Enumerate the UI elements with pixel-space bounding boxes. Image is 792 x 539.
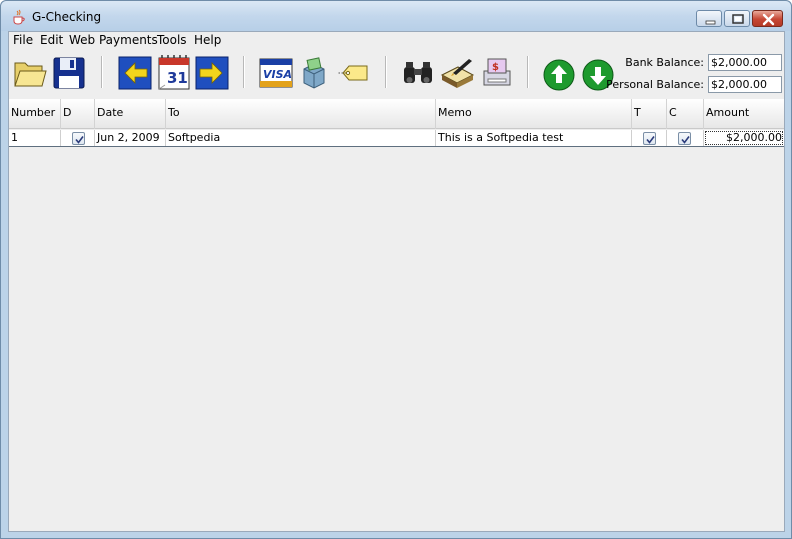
toolbar-separator xyxy=(385,56,387,88)
cell-to[interactable]: Softpedia xyxy=(166,130,436,146)
column-header-date[interactable]: Date xyxy=(95,99,166,129)
maximize-button[interactable] xyxy=(724,10,750,27)
open-folder-icon[interactable] xyxy=(12,53,48,91)
calendar-icon[interactable]: 31 xyxy=(156,53,192,91)
column-header-t[interactable]: T xyxy=(632,99,667,129)
cell-t[interactable] xyxy=(632,130,667,146)
java-cup-icon xyxy=(11,9,27,25)
menu-file[interactable]: File xyxy=(13,33,33,47)
svg-text:31: 31 xyxy=(167,69,188,87)
table-header: Number D Date To Memo T C Amount xyxy=(9,99,784,129)
printer-check-icon[interactable]: $ xyxy=(479,53,515,91)
visa-card-icon[interactable]: VISA xyxy=(258,53,294,91)
column-header-d[interactable]: D xyxy=(61,99,95,129)
cell-d[interactable] xyxy=(61,130,95,146)
bank-balance-label: Bank Balance: xyxy=(625,56,704,69)
next-arrow-icon[interactable] xyxy=(194,53,230,91)
svg-text:$: $ xyxy=(492,62,499,73)
close-button[interactable] xyxy=(752,10,783,27)
t-checkbox[interactable] xyxy=(643,132,656,145)
cell-amount[interactable]: $2,000.00 xyxy=(704,130,784,146)
previous-arrow-icon[interactable] xyxy=(117,53,153,91)
menu-tools[interactable]: Tools xyxy=(157,33,187,47)
tag-icon[interactable] xyxy=(335,53,371,91)
move-up-icon[interactable] xyxy=(541,53,577,91)
menu-web-payments[interactable]: Web Payments xyxy=(69,33,158,47)
cell-date[interactable]: Jun 2, 2009 xyxy=(95,130,166,146)
column-header-amount[interactable]: Amount xyxy=(704,99,784,129)
menu-help[interactable]: Help xyxy=(194,33,221,47)
minimize-button[interactable] xyxy=(696,10,722,27)
bank-balance-field[interactable]: $2,000.00 xyxy=(708,54,782,71)
cell-memo[interactable]: This is a Softpedia test xyxy=(436,130,632,146)
save-disk-icon[interactable] xyxy=(51,53,87,91)
transactions-table: Number D Date To Memo T C Amount 1 Jun 2… xyxy=(9,99,784,531)
column-header-memo[interactable]: Memo xyxy=(436,99,632,129)
toolbar-separator xyxy=(527,56,529,88)
binoculars-icon[interactable] xyxy=(400,53,436,91)
toolbar: 31 VISA $ Bank Balance: $2,000.00 Person… xyxy=(9,50,784,98)
column-header-number[interactable]: Number xyxy=(9,99,61,129)
title-bar[interactable]: G-Checking xyxy=(1,1,791,31)
notebook-pen-icon[interactable] xyxy=(439,53,475,91)
window-title: G-Checking xyxy=(32,10,102,24)
cell-number[interactable]: 1 xyxy=(9,130,61,146)
toolbar-separator xyxy=(243,56,245,88)
menu-edit[interactable]: Edit xyxy=(40,33,63,47)
menu-bar: File Edit Web Payments Tools Help xyxy=(9,32,784,49)
c-checkbox[interactable] xyxy=(678,132,691,145)
column-header-c[interactable]: C xyxy=(667,99,704,129)
toolbar-separator xyxy=(101,56,103,88)
table-row[interactable]: 1 Jun 2, 2009 Softpedia This is a Softpe… xyxy=(9,130,784,147)
application-window: G-Checking File Edit Web Payments Tools … xyxy=(0,0,792,539)
personal-balance-label: Personal Balance: xyxy=(606,78,704,91)
column-header-to[interactable]: To xyxy=(166,99,436,129)
deposit-box-icon[interactable] xyxy=(296,53,332,91)
cell-c[interactable] xyxy=(667,130,704,146)
d-checkbox[interactable] xyxy=(72,132,85,145)
svg-text:VISA: VISA xyxy=(263,68,292,81)
personal-balance-field[interactable]: $2,000.00 xyxy=(708,76,782,93)
main-panel: File Edit Web Payments Tools Help 31 VIS… xyxy=(8,31,785,532)
